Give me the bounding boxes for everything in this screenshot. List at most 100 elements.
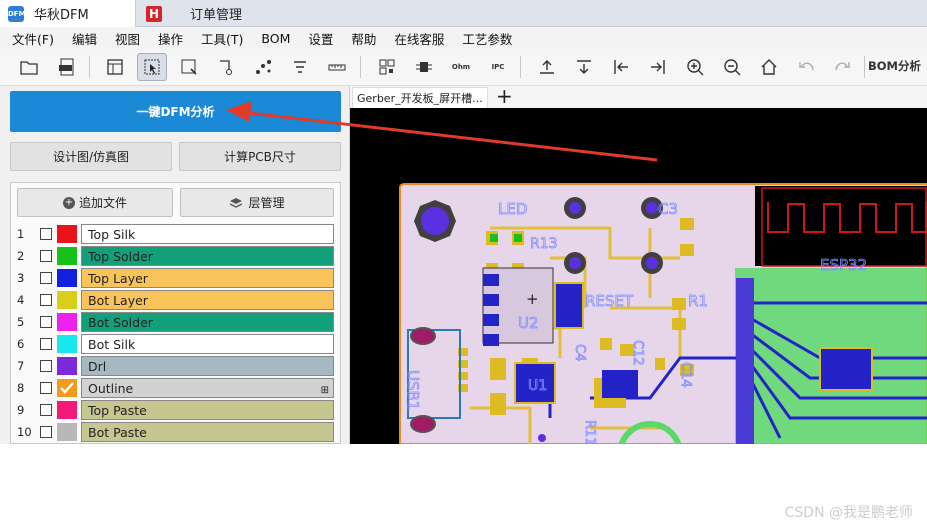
gerber-file-tab[interactable]: Gerber_开发板_屏开槽... (352, 87, 488, 108)
ohm-icon[interactable]: Ohm (446, 53, 476, 81)
layer-manage-label: 层管理 (248, 196, 285, 210)
home-icon[interactable] (754, 53, 784, 81)
tab-order-management[interactable]: H 订单管理 (138, 0, 308, 27)
layer-row[interactable]: 9 Top Paste (11, 399, 342, 421)
layer-name[interactable]: Top Silk (81, 224, 334, 244)
silk-reset: RESET (585, 292, 634, 310)
design-simulation-button[interactable]: 设计图/仿真图 (10, 142, 172, 171)
layer-visibility-checkbox[interactable] (40, 338, 52, 350)
layer-name-text: Top Layer (88, 271, 148, 286)
layer-row[interactable]: 3 Top Layer (11, 267, 342, 289)
menu-tools[interactable]: 工具(T) (189, 29, 243, 48)
layer-visibility-checkbox[interactable] (40, 382, 52, 394)
qr-code-icon[interactable] (372, 53, 402, 81)
menu-process-params[interactable]: 工艺参数 (450, 29, 512, 48)
layer-color-swatch[interactable] (57, 379, 77, 397)
tab-main-label: 华秋DFM (34, 8, 89, 23)
layer-name[interactable]: Bot Solder (81, 312, 334, 332)
layer-color-swatch[interactable] (57, 313, 77, 331)
component-icon[interactable] (409, 53, 439, 81)
layer-name[interactable]: Bot Silk (81, 334, 334, 354)
layer-color-swatch[interactable] (57, 357, 77, 375)
layer-name[interactable]: Bot Layer (81, 290, 334, 310)
layer-color-swatch[interactable] (57, 423, 77, 441)
menu-edit[interactable]: 编辑 (60, 29, 97, 48)
ruler-icon[interactable] (322, 53, 352, 81)
layer-name[interactable]: Top Layer (81, 268, 334, 288)
mounting-hole-drill (421, 207, 449, 235)
measure-object-icon[interactable] (211, 53, 241, 81)
silk-usb1: USB1 (404, 370, 422, 410)
add-file-button[interactable]: + 追加文件 (17, 188, 173, 217)
layer-color-swatch[interactable] (57, 247, 77, 265)
layer-row[interactable]: 8 Outline ⊞ (11, 377, 342, 399)
menu-file[interactable]: 文件(F) (0, 29, 54, 48)
layer-visibility-checkbox[interactable] (40, 360, 52, 372)
open-folder-icon[interactable] (14, 53, 44, 81)
layer-name[interactable]: Drl (81, 356, 334, 376)
menu-help[interactable]: 帮助 (339, 29, 376, 48)
layer-visibility-checkbox[interactable] (40, 272, 52, 284)
calc-pcb-size-button[interactable]: 计算PCB尺寸 (179, 142, 341, 171)
expand-icon[interactable]: ⊞ (321, 381, 329, 401)
one-click-dfm-button[interactable]: 一键DFM分析 (10, 91, 341, 132)
layer-name-text: Drl (88, 359, 107, 374)
pcb-canvas[interactable]: LED C3 R13 RESET R1 U2 + ESP32 USB1 C4 C… (350, 108, 927, 444)
layer-row[interactable]: 10 Bot Paste (11, 421, 342, 443)
menu-view[interactable]: 视图 (103, 29, 140, 48)
layer-row[interactable]: 7 Drl (11, 355, 342, 377)
layer-name[interactable]: Top Paste (81, 400, 334, 420)
ipc-icon[interactable]: IPC (483, 53, 513, 81)
tab-huaqiu-dfm[interactable]: DFM 华秋DFM (0, 0, 136, 27)
gerber-viewer[interactable]: Gerber_开发板_屏开槽... + LED C3 R13 RESET R1 … (350, 84, 927, 521)
net-points-icon[interactable] (248, 53, 278, 81)
pdf-icon[interactable] (52, 53, 82, 81)
move-up-icon[interactable] (532, 53, 562, 81)
layer-visibility-checkbox[interactable] (40, 294, 52, 306)
order-logo-icon: H (146, 5, 162, 22)
move-left-icon[interactable] (606, 53, 636, 81)
align-tool-icon[interactable] (285, 53, 315, 81)
zoom-in-icon[interactable] (680, 53, 710, 81)
layer-panel: + 追加文件 层管理 1 Top Silk 2 Top Solder 3 Top Laye… (10, 182, 341, 444)
menu-online-service[interactable]: 在线客服 (382, 29, 444, 48)
layer-row[interactable]: 5 Bot Solder (11, 311, 342, 333)
redo-icon[interactable] (828, 53, 858, 81)
layer-visibility-checkbox[interactable] (40, 404, 52, 416)
undo-icon[interactable] (791, 53, 821, 81)
select-pointer-icon[interactable] (137, 53, 167, 81)
menu-bom[interactable]: BOM (249, 31, 290, 46)
esp32-pad-column (736, 278, 754, 444)
layer-row[interactable]: 1 Top Silk (11, 223, 342, 245)
layer-visibility-checkbox[interactable] (40, 228, 52, 240)
layers-icon (230, 197, 243, 208)
layer-manage-button[interactable]: 层管理 (180, 188, 334, 217)
layer-color-swatch[interactable] (57, 225, 77, 243)
layer-visibility-checkbox[interactable] (40, 426, 52, 438)
bom-analysis-button[interactable]: BOM分析 (868, 58, 921, 74)
layer-name[interactable]: Outline ⊞ (81, 378, 334, 398)
layer-visibility-checkbox[interactable] (40, 250, 52, 262)
move-right-icon[interactable] (643, 53, 673, 81)
menu-settings[interactable]: 设置 (296, 29, 333, 48)
layout-icon[interactable] (100, 53, 130, 81)
layer-number: 4 (17, 293, 25, 307)
layer-color-swatch[interactable] (57, 401, 77, 419)
document-tab-bar: Gerber_开发板_屏开槽... + (350, 84, 927, 108)
layer-color-swatch[interactable] (57, 269, 77, 287)
layer-row[interactable]: 2 Top Solder (11, 245, 342, 267)
layer-name-text: Bot Silk (88, 337, 136, 352)
zoom-area-icon[interactable] (174, 53, 204, 81)
layer-row[interactable]: 6 Bot Silk (11, 333, 342, 355)
layer-color-swatch[interactable] (57, 291, 77, 309)
layer-visibility-checkbox[interactable] (40, 316, 52, 328)
menu-operate[interactable]: 操作 (146, 29, 183, 48)
add-tab-button[interactable]: + (496, 84, 513, 108)
layer-color-swatch[interactable] (57, 335, 77, 353)
toolbar: Ohm IPC (0, 49, 927, 86)
zoom-out-icon[interactable] (717, 53, 747, 81)
move-down-icon[interactable] (569, 53, 599, 81)
layer-name[interactable]: Top Solder (81, 246, 334, 266)
layer-row[interactable]: 4 Bot Layer (11, 289, 342, 311)
layer-name[interactable]: Bot Paste (81, 422, 334, 442)
